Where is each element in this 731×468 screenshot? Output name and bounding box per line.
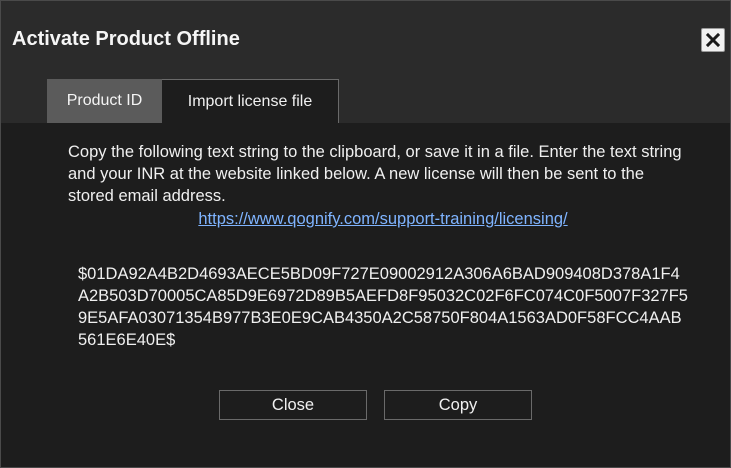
tab-strip: Product ID Import license file bbox=[1, 79, 730, 123]
instructions-panel: Copy the following text string to the cl… bbox=[68, 141, 688, 230]
product-id-code[interactable]: $01DA92A4B2D4693AECE5BD09F727E09002912A3… bbox=[78, 263, 688, 351]
activate-offline-dialog: Activate Product Offline Product ID Impo… bbox=[0, 0, 731, 468]
tab-product-id[interactable]: Product ID bbox=[47, 79, 162, 123]
close-dialog-button[interactable] bbox=[701, 28, 725, 52]
instructions-text: Copy the following text string to the cl… bbox=[68, 143, 682, 205]
close-icon bbox=[705, 32, 721, 48]
licensing-link[interactable]: https://www.qognify.com/support-training… bbox=[78, 208, 688, 230]
copy-button[interactable]: Copy bbox=[384, 390, 532, 420]
close-button[interactable]: Close bbox=[219, 390, 367, 420]
dialog-title: Activate Product Offline bbox=[12, 28, 240, 50]
title-bar: Activate Product Offline bbox=[1, 1, 730, 79]
tab-import-license-file[interactable]: Import license file bbox=[162, 79, 339, 123]
